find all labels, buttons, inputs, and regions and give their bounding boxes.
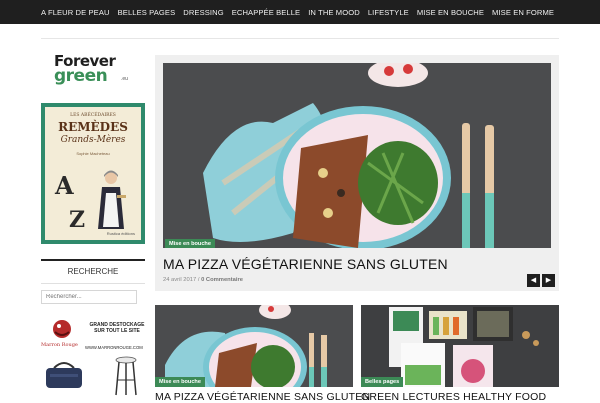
book-title: REMÈDES xyxy=(58,120,128,134)
post-card-title[interactable]: MA PIZZA VÉGÉTARIENNE SANS GLUTEN xyxy=(155,391,370,403)
nav-item-belles-pages[interactable]: BELLES PAGES xyxy=(114,8,180,17)
ad-brand: Marron Rouge xyxy=(41,342,78,348)
post-card-image[interactable]: Mise en bouche xyxy=(155,305,353,387)
featured-post-meta: 24 avril 2017 / 0 Commentaire xyxy=(163,277,243,283)
stool-product-image xyxy=(115,356,137,396)
card-category-badge[interactable]: Belles pages xyxy=(361,377,404,387)
post-card-image[interactable]: Belles pages xyxy=(361,305,559,387)
book-series: LES ABÉCÉDAIRES xyxy=(70,113,116,118)
logo-text-green: green xyxy=(54,66,108,86)
site-logo[interactable]: Forever green .eu xyxy=(41,52,145,88)
book-cover: LES ABÉCÉDAIRES REMÈDES Grands-Mères Sop… xyxy=(45,107,141,240)
pizza-photo xyxy=(163,63,551,248)
featured-post-date: 24 avril 2017 xyxy=(163,277,197,283)
books-thumb-photo xyxy=(361,305,559,387)
search-widget-title: RECHERCHE xyxy=(41,259,145,284)
post-card-title[interactable]: GREEN LECTURES HEALTHY FOOD xyxy=(361,391,546,403)
chevron-right-icon: ▶ xyxy=(545,277,552,284)
nav-item-in-the-mood[interactable]: IN THE MOOD xyxy=(304,8,364,17)
ad-headline: GRAND DESTOCKAGE SUR TOUT LE SITE xyxy=(89,322,145,334)
meta-separator: / xyxy=(197,277,200,283)
book-publisher: Rustica éditions xyxy=(106,231,135,236)
search-input[interactable] xyxy=(41,290,137,304)
featured-post-title[interactable]: MA PIZZA VÉGÉTARIENNE SANS GLUTEN xyxy=(163,256,448,272)
nav-item-dressing[interactable]: DRESSING xyxy=(179,8,227,17)
book-letter-a: A xyxy=(55,171,74,200)
header-divider xyxy=(41,38,559,39)
bag-product-image xyxy=(46,362,82,388)
nav-item-lifestyle[interactable]: LIFESTYLE xyxy=(364,8,413,17)
chevron-left-icon: ◀ xyxy=(530,277,537,284)
slider-next-button[interactable]: ▶ xyxy=(542,274,555,287)
nav-menu: A FLEUR DE PEAU BELLES PAGES DRESSING EC… xyxy=(0,0,600,24)
book-banner[interactable]: LES ABÉCÉDAIRES REMÈDES Grands-Mères Sop… xyxy=(41,103,145,244)
book-subtitle: Grands-Mères xyxy=(60,135,126,145)
featured-post-comments[interactable]: 0 Commentaire xyxy=(201,277,243,283)
logo-text-suffix: .eu xyxy=(121,76,128,82)
pizza-thumb-photo xyxy=(155,305,353,387)
ad-banner[interactable]: Marron Rouge GRAND DESTOCKAGE SUR TOUT L… xyxy=(41,316,145,400)
featured-category-badge[interactable]: Mise en bouche xyxy=(165,239,215,248)
nav-item-mise-en-bouche[interactable]: MISE EN BOUCHE xyxy=(413,8,488,17)
card-category-badge[interactable]: Mise en bouche xyxy=(155,377,205,387)
nav-item-echappee-belle[interactable]: ECHAPPÉE BELLE xyxy=(228,8,305,17)
nav-item-mise-en-forme[interactable]: MISE EN FORME xyxy=(488,8,558,17)
book-author: Sophie Macheteau xyxy=(76,151,110,156)
nav-item-a-fleur-de-peau[interactable]: A FLEUR DE PEAU xyxy=(37,8,114,17)
top-nav: A FLEUR DE PEAU BELLES PAGES DRESSING EC… xyxy=(0,0,600,24)
slider-prev-button[interactable]: ◀ xyxy=(527,274,540,287)
grandmother-illustration xyxy=(98,170,126,229)
bird-logo-icon xyxy=(53,320,71,338)
featured-post-image[interactable]: Mise en bouche xyxy=(163,63,551,248)
ad-url: WWW.MARRONROUGE.COM xyxy=(85,345,143,350)
book-letter-z: Z xyxy=(69,207,86,233)
